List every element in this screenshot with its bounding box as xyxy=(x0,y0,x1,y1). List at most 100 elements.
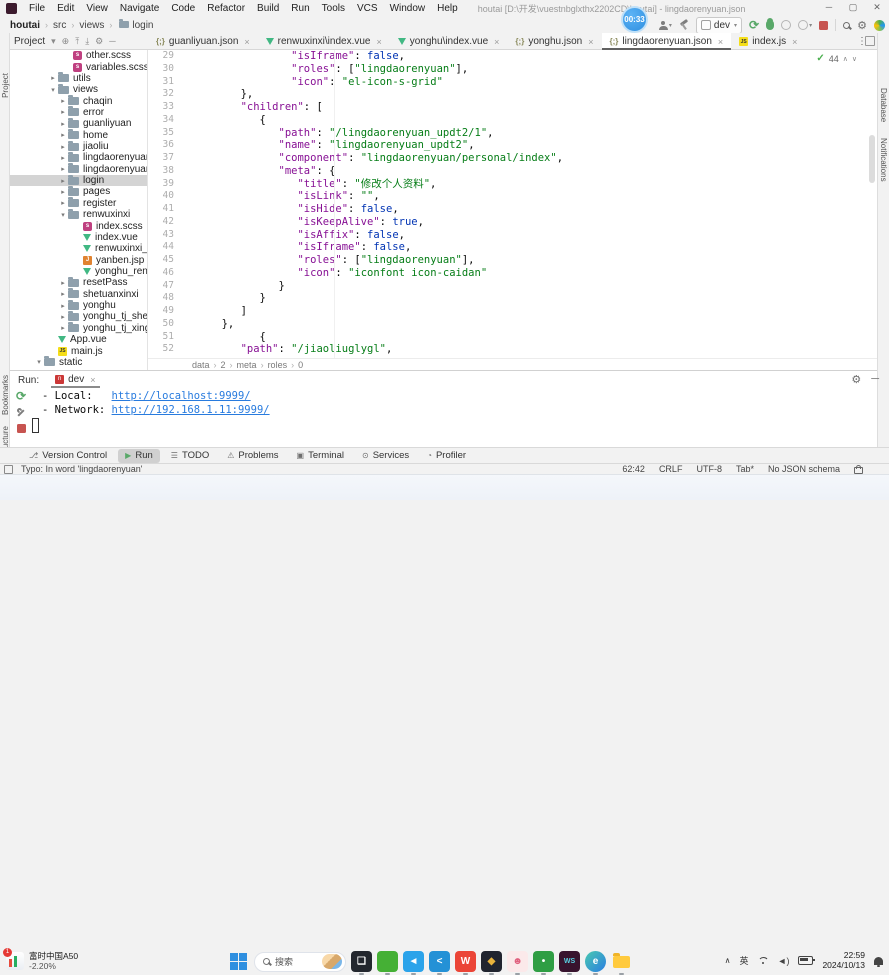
chevron-expanded-icon[interactable]: ▾ xyxy=(34,358,44,366)
tool-window-button-version-control[interactable]: ⎇Version Control xyxy=(22,449,114,463)
line-number[interactable]: 36 xyxy=(148,139,174,152)
prev-problem-icon[interactable]: ∧ xyxy=(843,55,848,63)
console-url-link[interactable]: http://localhost:9999/ xyxy=(112,390,251,402)
indent-style[interactable]: Tab* xyxy=(736,464,754,474)
line-number[interactable]: 33 xyxy=(148,101,174,114)
tree-item-chaqin[interactable]: ▸chaqin xyxy=(10,95,147,106)
tree-item-main-js[interactable]: JSmain.js xyxy=(10,345,147,356)
close-icon[interactable]: × xyxy=(792,37,797,47)
line-separator[interactable]: CRLF xyxy=(659,464,683,474)
line-number[interactable]: 46 xyxy=(148,267,174,280)
taskbar-app-wps-office[interactable]: W xyxy=(455,951,476,972)
line-number[interactable]: 31 xyxy=(148,76,174,89)
chevron-collapsed-icon[interactable]: ▸ xyxy=(58,97,68,105)
menu-vcs[interactable]: VCS xyxy=(351,2,384,15)
expand-all-icon[interactable]: ⤒ xyxy=(75,36,79,47)
line-number[interactable]: 30 xyxy=(148,63,174,76)
menu-code[interactable]: Code xyxy=(165,2,201,15)
tree-item-yonghu[interactable]: ▸yonghu xyxy=(10,300,147,311)
tree-item-shetuanxinxi[interactable]: ▸shetuanxinxi xyxy=(10,289,147,300)
close-button[interactable]: ✕ xyxy=(865,0,889,15)
chevron-down-icon[interactable]: ▾ xyxy=(51,36,56,47)
tool-window-button-terminal[interactable]: ▣Terminal xyxy=(290,449,351,463)
close-icon[interactable]: × xyxy=(494,37,499,47)
taskbar-app-webstorm-ide[interactable]: WS xyxy=(559,951,580,972)
line-number[interactable]: 39 xyxy=(148,178,174,191)
browser-icon[interactable] xyxy=(874,18,885,32)
tool-stripe-notifications[interactable]: Notifications xyxy=(879,138,888,182)
clock[interactable]: 22:59 2024/10/13 xyxy=(822,951,865,970)
tray-chevron-up-icon[interactable]: ∧ xyxy=(725,956,731,965)
chevron-collapsed-icon[interactable]: ▸ xyxy=(58,165,68,173)
build-hammer-icon[interactable] xyxy=(679,18,689,32)
maximize-button[interactable]: ▢ xyxy=(841,0,865,15)
chevron-collapsed-icon[interactable]: ▸ xyxy=(48,74,58,82)
rerun-icon[interactable]: ⟳ xyxy=(16,390,26,402)
menu-tools[interactable]: Tools xyxy=(316,2,351,15)
menu-help[interactable]: Help xyxy=(431,2,464,15)
console-url-link[interactable]: http://192.168.1.11:9999/ xyxy=(112,404,270,416)
tree-item-variables-scss[interactable]: svariables.scss xyxy=(10,61,147,72)
tree-item-resetpass[interactable]: ▸resetPass xyxy=(10,277,147,288)
code-editor[interactable]: 29 "isIframe": false,30 "roles": ["lingd… xyxy=(148,50,877,358)
taskbar-app-file-explorer[interactable] xyxy=(611,951,632,972)
taskbar-app-pinned-app-green[interactable] xyxy=(377,951,398,972)
menu-build[interactable]: Build xyxy=(251,2,285,15)
tree-item-yonghu-renwuxinxi-[interactable]: yonghu_renwuxinxi. xyxy=(10,266,147,277)
editor-breadcrumb-item[interactable]: roles xyxy=(268,360,288,370)
tree-item-yanben-jsp[interactable]: Jyanben.jsp xyxy=(10,254,147,265)
line-number[interactable]: 48 xyxy=(148,292,174,305)
menu-file[interactable]: File xyxy=(23,2,51,15)
project-panel-title[interactable]: Project xyxy=(14,36,45,47)
tool-window-button-todo[interactable]: ☰TODO xyxy=(164,449,216,463)
editor-tab[interactable]: yonghu\index.vue× xyxy=(390,33,508,50)
battery-icon[interactable] xyxy=(798,956,813,965)
chevron-collapsed-icon[interactable]: ▸ xyxy=(58,120,68,128)
tree-item-index-vue[interactable]: index.vue xyxy=(10,232,147,243)
breadcrumb-item[interactable]: houtai xyxy=(8,20,42,31)
tool-window-button-problems[interactable]: ⚠Problems xyxy=(220,449,285,463)
tree-item-guanliyuan[interactable]: ▸guanliyuan xyxy=(10,118,147,129)
tree-item-jiaoliu[interactable]: ▸jiaoliu xyxy=(10,141,147,152)
start-button[interactable] xyxy=(228,951,249,972)
menu-refactor[interactable]: Refactor xyxy=(201,2,251,15)
menu-window[interactable]: Window xyxy=(384,2,432,15)
line-number[interactable]: 42 xyxy=(148,216,174,229)
chevron-collapsed-icon[interactable]: ▸ xyxy=(58,290,68,298)
chevron-expanded-icon[interactable]: ▾ xyxy=(48,86,58,94)
editor-layout-icon[interactable] xyxy=(865,36,875,46)
search-highlight-image[interactable] xyxy=(322,954,342,969)
editor-scrollbar[interactable] xyxy=(869,135,875,183)
close-icon[interactable]: × xyxy=(588,37,593,47)
notifications-bell-icon[interactable] xyxy=(874,957,883,965)
tree-item-register[interactable]: ▸register xyxy=(10,198,147,209)
tree-item-views[interactable]: ▾views xyxy=(10,84,147,95)
caret-position[interactable]: 62:42 xyxy=(622,464,645,474)
tree-item-login[interactable]: ▸login xyxy=(10,175,147,186)
line-number[interactable]: 34 xyxy=(148,114,174,127)
next-problem-icon[interactable]: ∨ xyxy=(852,55,857,63)
editor-tab[interactable]: {;}yonghu.json× xyxy=(507,33,601,50)
readonly-lock-icon[interactable] xyxy=(854,467,863,474)
line-number[interactable]: 38 xyxy=(148,165,174,178)
editor-breadcrumb-item[interactable]: meta xyxy=(237,360,257,370)
close-icon[interactable]: × xyxy=(718,37,723,47)
editor-tab[interactable]: {;}lingdaorenyuan.json× xyxy=(602,33,732,50)
taskbar-app-edge-browser[interactable]: e xyxy=(585,951,606,972)
tree-item-yonghu-tj-xingbie[interactable]: ▸yonghu_tj_xingbie xyxy=(10,323,147,334)
menu-run[interactable]: Run xyxy=(285,2,315,15)
chevron-collapsed-icon[interactable]: ▸ xyxy=(58,131,68,139)
profile-icon[interactable]: ▾ xyxy=(798,18,812,32)
minimize-button[interactable]: ─ xyxy=(817,0,841,15)
tree-item-error[interactable]: ▸error xyxy=(10,107,147,118)
chevron-collapsed-icon[interactable]: ▸ xyxy=(58,279,68,287)
search-box[interactable]: 搜索 xyxy=(254,952,346,972)
run-config-wrench-icon[interactable] xyxy=(16,408,26,418)
collapse-all-icon[interactable]: ⤓ xyxy=(85,36,89,47)
line-number[interactable]: 52 xyxy=(148,343,174,356)
status-message[interactable]: Typo: In word 'lingdaorenyuan' xyxy=(21,464,143,474)
chevron-collapsed-icon[interactable]: ▸ xyxy=(58,313,68,321)
taskbar-app-pinned-app-blue[interactable]: ◄ xyxy=(403,951,424,972)
taskbar-app-vscode[interactable]: < xyxy=(429,951,450,972)
close-icon[interactable]: × xyxy=(244,37,249,47)
